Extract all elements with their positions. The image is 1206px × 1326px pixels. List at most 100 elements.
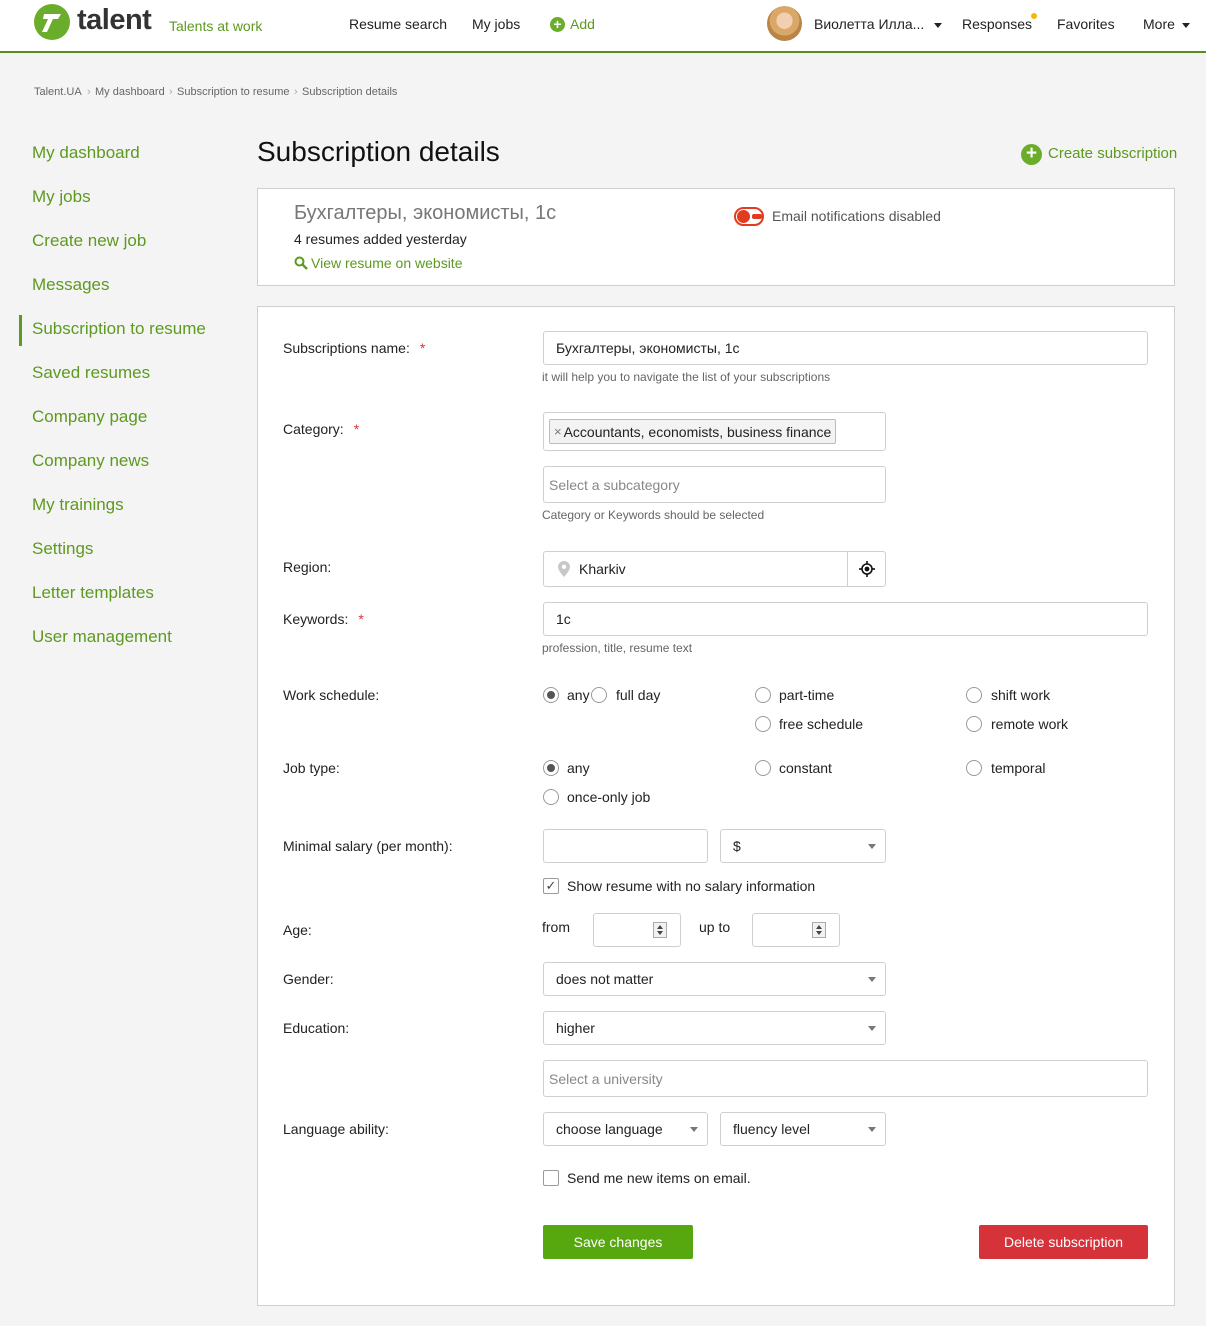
age-from-input[interactable] <box>593 913 681 947</box>
nav-my-jobs[interactable]: My jobs <box>472 16 520 32</box>
nav-resume-search[interactable]: Resume search <box>349 16 447 32</box>
user-menu[interactable]: Виолетта Илла... <box>814 16 943 32</box>
locate-icon <box>858 561 875 577</box>
sidebar-item-create-new-job[interactable]: Create new job <box>32 231 146 251</box>
breadcrumb-item-dashboard[interactable]: My dashboard <box>95 86 165 98</box>
sidebar-item-my-trainings[interactable]: My trainings <box>32 495 124 515</box>
region-value: Kharkiv <box>579 561 626 577</box>
gender-select[interactable]: does not matter <box>543 962 886 996</box>
education-select[interactable]: higher <box>543 1011 886 1045</box>
job-type-radio-temporal[interactable] <box>966 760 982 776</box>
required-marker: * <box>419 340 426 356</box>
email-notification-status: Email notifications disabled <box>772 208 941 224</box>
sidebar-item-settings[interactable]: Settings <box>32 539 93 559</box>
plus-icon[interactable]: + <box>550 17 565 32</box>
work-schedule-radio-part-time[interactable] <box>755 687 771 703</box>
breadcrumb-item-subscription[interactable]: Subscription to resume <box>177 86 290 98</box>
work-schedule-radio-any[interactable] <box>543 687 559 703</box>
view-resume-link[interactable]: View resume on website <box>311 255 462 271</box>
age-to-input[interactable] <box>752 913 840 947</box>
category-tag-label: Accountants, economists, business financ… <box>563 423 832 440</box>
chevron-down-icon <box>934 22 943 28</box>
spinner-icon[interactable] <box>653 922 667 938</box>
work-schedule-label-shift-work: shift work <box>991 687 1051 703</box>
education-label: Education: <box>283 1020 350 1036</box>
email-items-checkbox[interactable] <box>543 1170 559 1186</box>
sidebar-item-my-dashboard[interactable]: My dashboard <box>32 143 140 163</box>
breadcrumb-item-current: Subscription details <box>302 86 398 98</box>
sidebar-item-company-news[interactable]: Company news <box>32 451 149 471</box>
job-type-radio-any[interactable] <box>543 760 559 776</box>
category-select[interactable]: × Accountants, economists, business fina… <box>543 412 886 451</box>
nav-more[interactable]: More <box>1143 16 1190 32</box>
language-select[interactable]: choose language <box>543 1112 708 1146</box>
subscription-name-input[interactable]: Бухгалтеры, экономисты, 1с <box>543 331 1148 365</box>
no-salary-checkbox[interactable]: ✓ <box>543 878 559 894</box>
chevron-down-icon <box>868 1026 876 1031</box>
sidebar-item-subscription-to-resume[interactable]: Subscription to resume <box>32 319 206 339</box>
sidebar-item-my-jobs[interactable]: My jobs <box>32 187 91 207</box>
sidebar-item-company-page[interactable]: Company page <box>32 407 147 427</box>
tagline: Talents at work <box>169 18 263 34</box>
currency-select[interactable]: $ <box>720 829 886 863</box>
category-hint: Category or Keywords should be selected <box>542 508 765 522</box>
chevron-down-icon <box>868 977 876 982</box>
subcategory-select[interactable]: Select a subcategory <box>543 466 886 503</box>
nav-responses[interactable]: Responses <box>962 16 1032 32</box>
user-name: Виолетта Илла... <box>814 16 925 32</box>
job-type-label-temporal: temporal <box>991 760 1046 776</box>
sidebar-item-user-management[interactable]: User management <box>32 627 172 647</box>
category-label-text: Category: <box>283 421 344 437</box>
sidebar-item-messages[interactable]: Messages <box>32 275 109 295</box>
keywords-label: Keywords: * <box>283 611 364 627</box>
avatar[interactable] <box>767 6 802 41</box>
sidebar-active-indicator <box>19 315 22 346</box>
tag-remove-icon[interactable]: × <box>554 424 562 439</box>
nav-add[interactable]: Add <box>570 16 595 32</box>
locate-button[interactable] <box>847 552 885 586</box>
university-select[interactable]: Select a university <box>543 1060 1148 1097</box>
language-label: Language ability: <box>283 1121 389 1137</box>
nav-favorites[interactable]: Favorites <box>1057 16 1115 32</box>
work-schedule-radio-full-day[interactable] <box>591 687 607 703</box>
breadcrumb-separator: › <box>87 86 91 98</box>
keywords-label-text: Keywords: <box>283 611 349 627</box>
keywords-input[interactable]: 1c <box>543 602 1148 636</box>
search-icon <box>294 256 308 270</box>
logo-text[interactable]: talent <box>77 4 152 37</box>
work-schedule-label-any: any <box>567 687 590 703</box>
email-notification-toggle[interactable] <box>734 207 764 226</box>
create-subscription-link[interactable]: Create subscription <box>1048 145 1177 162</box>
salary-input[interactable] <box>543 829 708 863</box>
chevron-down-icon <box>690 1127 698 1132</box>
work-schedule-radio-remote-work[interactable] <box>966 716 982 732</box>
age-from-label: from <box>542 919 570 935</box>
work-schedule-radio-shift-work[interactable] <box>966 687 982 703</box>
keywords-hint: profession, title, resume text <box>542 641 693 655</box>
breadcrumb-item-home[interactable]: Talent.UA <box>34 86 82 98</box>
work-schedule-label: Work schedule: <box>283 687 380 703</box>
fluency-select[interactable]: fluency level <box>720 1112 886 1146</box>
sidebar-item-letter-templates[interactable]: Letter templates <box>32 583 154 603</box>
region-input[interactable]: Kharkiv <box>543 551 886 587</box>
save-changes-button[interactable]: Save changes <box>543 1225 693 1259</box>
delete-subscription-button[interactable]: Delete subscription <box>979 1225 1148 1259</box>
talent-logo-icon[interactable] <box>34 4 70 40</box>
sidebar-item-saved-resumes[interactable]: Saved resumes <box>32 363 150 383</box>
job-type-radio-once-only[interactable] <box>543 789 559 805</box>
job-type-label-constant: constant <box>779 760 832 776</box>
work-schedule-label-full-day: full day <box>616 687 661 703</box>
work-schedule-radio-free-schedule[interactable] <box>755 716 771 732</box>
resumes-added-text: 4 resumes added yesterday <box>294 231 467 247</box>
spinner-icon[interactable] <box>812 922 826 938</box>
work-schedule-label-remote-work: remote work <box>991 716 1069 732</box>
required-marker: * <box>353 421 360 437</box>
breadcrumb-separator: › <box>294 86 298 98</box>
chevron-down-icon <box>1181 22 1190 28</box>
currency-value: $ <box>733 838 741 854</box>
gender-label: Gender: <box>283 971 334 987</box>
subcategory-placeholder: Select a subcategory <box>549 476 680 493</box>
job-type-radio-constant[interactable] <box>755 760 771 776</box>
plus-icon[interactable]: + <box>1021 144 1042 165</box>
language-value: choose language <box>556 1121 663 1137</box>
